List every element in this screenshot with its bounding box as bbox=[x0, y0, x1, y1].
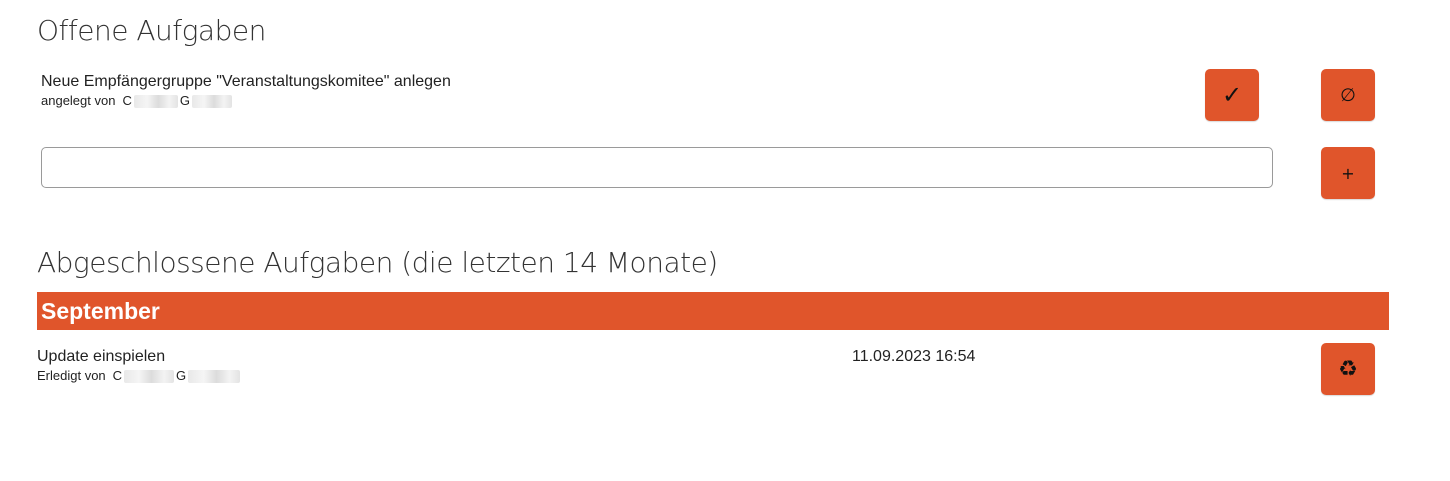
complete-task-button[interactable]: ✓ bbox=[1205, 69, 1259, 121]
author-first-initial: C bbox=[122, 93, 132, 108]
task-title: Neue Empfängergruppe "Veranstaltungskomi… bbox=[41, 73, 451, 90]
month-header: September bbox=[37, 292, 1389, 330]
author-prefix: angelegt von bbox=[41, 93, 116, 108]
task-author: angelegt von C G bbox=[41, 92, 451, 110]
task-title: Update einspielen bbox=[37, 348, 166, 365]
recycle-icon: ♻ bbox=[1338, 356, 1358, 382]
delete-task-button[interactable]: ∅ bbox=[1321, 69, 1375, 121]
completed-task-item: Update einspielen Erledigt von C G bbox=[37, 347, 241, 385]
empty-set-icon: ∅ bbox=[1340, 84, 1356, 106]
restore-task-button[interactable]: ♻ bbox=[1321, 343, 1375, 395]
tasks-page: Offene Aufgaben Neue Empfängergruppe "Ve… bbox=[0, 0, 1450, 481]
redacted-name-block bbox=[133, 94, 178, 108]
plus-icon: + bbox=[1341, 163, 1355, 183]
new-task-input[interactable] bbox=[41, 147, 1273, 188]
open-tasks-heading: Offene Aufgaben bbox=[37, 14, 266, 47]
completed-by-prefix: Erledigt von bbox=[37, 368, 106, 383]
checkmark-icon: ✓ bbox=[1221, 81, 1243, 109]
open-task-item: Neue Empfängergruppe "Veranstaltungskomi… bbox=[41, 72, 451, 110]
completed-by-last-initial: G bbox=[176, 368, 187, 383]
task-completed-by: Erledigt von C G bbox=[37, 367, 241, 385]
completed-by-first-initial: C bbox=[112, 368, 123, 383]
author-last-initial: G bbox=[179, 93, 190, 108]
redacted-name-block bbox=[191, 94, 232, 108]
redacted-name-block bbox=[124, 369, 175, 383]
add-task-button[interactable]: + bbox=[1321, 147, 1375, 199]
completed-tasks-heading: Abgeschlossene Aufgaben (die letzten 14 … bbox=[37, 246, 718, 279]
completion-date: 11.09.2023 16:54 bbox=[852, 348, 976, 365]
redacted-name-block bbox=[188, 369, 241, 383]
